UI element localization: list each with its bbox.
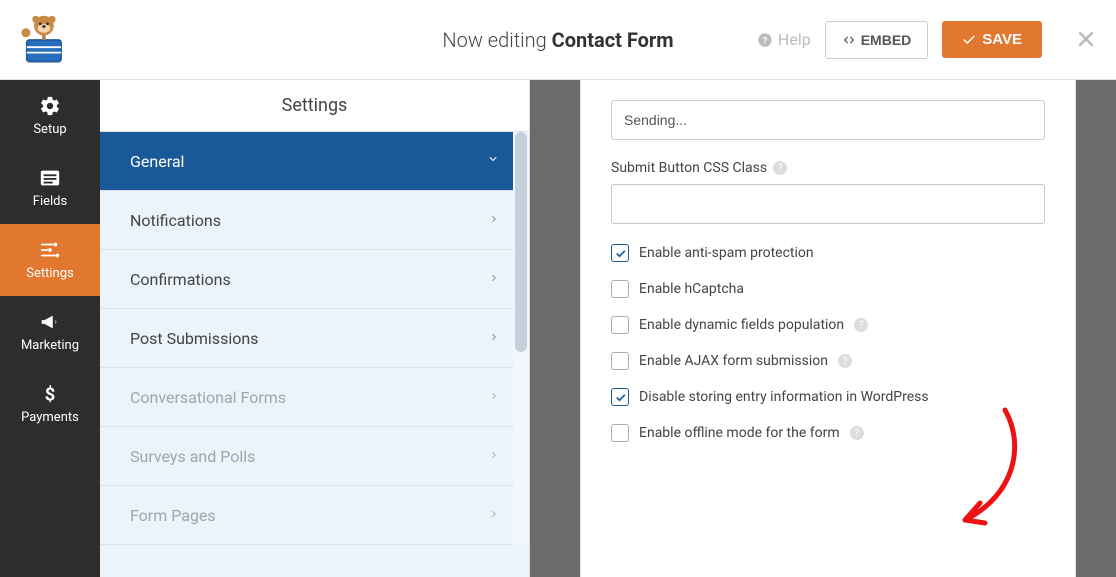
check-ajax[interactable]: Enable AJAX form submission ? (611, 352, 1045, 370)
settings-item-label: General (130, 152, 184, 171)
editing-title: Now editing Contact Form (442, 28, 673, 52)
scrollbar[interactable] (513, 132, 529, 545)
logo (10, 10, 75, 70)
topbar: Now editing Contact Form ? Help EMBED SA… (0, 0, 1116, 80)
settings-item-surveys[interactable]: Surveys and Polls (100, 427, 529, 486)
help-icon[interactable]: ? (838, 354, 852, 368)
settings-item-post-submissions[interactable]: Post Submissions (100, 309, 529, 368)
settings-item-notifications[interactable]: Notifications (100, 191, 529, 250)
check-disable-storing[interactable]: Disable storing entry information in Wor… (611, 388, 1045, 406)
checkbox[interactable] (611, 244, 629, 262)
close-button[interactable] (1076, 26, 1096, 54)
check-label: Enable AJAX form submission (639, 353, 828, 369)
checkbox[interactable] (611, 424, 629, 442)
settings-item-conversational[interactable]: Conversational Forms (100, 368, 529, 427)
gear-icon (39, 95, 61, 117)
settings-card: Submit Button CSS Class ? Enable anti-sp… (580, 80, 1076, 577)
checkbox[interactable] (611, 280, 629, 298)
topbar-right: ? Help EMBED SAVE (757, 21, 1096, 59)
list-icon (39, 167, 61, 189)
svg-text:?: ? (763, 35, 768, 46)
chevron-right-icon (489, 448, 499, 464)
check-label: Enable offline mode for the form (639, 425, 840, 441)
main-area: Submit Button CSS Class ? Enable anti-sp… (530, 80, 1116, 577)
chevron-right-icon (489, 330, 499, 346)
scrollbar-thumb[interactable] (515, 132, 527, 352)
help-label: Help (778, 30, 811, 49)
close-icon (1076, 29, 1096, 49)
bullhorn-icon (39, 311, 61, 333)
sidebar-item-label: Payments (21, 410, 79, 425)
sidebar-item-label: Settings (26, 266, 73, 281)
chevron-right-icon (489, 212, 499, 228)
sidebar-item-marketing[interactable]: Marketing (0, 296, 100, 368)
svg-text:$: $ (45, 384, 56, 405)
check-anti-spam[interactable]: Enable anti-spam protection (611, 244, 1045, 262)
check-label: Enable anti-spam protection (639, 245, 814, 261)
sidebar-item-payments[interactable]: $ Payments (0, 368, 100, 440)
sidebar-item-label: Fields (33, 194, 67, 209)
settings-item-label: Conversational Forms (130, 388, 286, 407)
checkbox[interactable] (611, 316, 629, 334)
save-label: SAVE (982, 31, 1022, 48)
help-icon[interactable]: ? (773, 161, 787, 175)
dollar-icon: $ (39, 383, 61, 405)
sidebar-item-label: Marketing (21, 338, 79, 353)
help-icon[interactable]: ? (850, 426, 864, 440)
chevron-right-icon (489, 389, 499, 405)
css-class-input[interactable] (611, 184, 1045, 224)
save-button[interactable]: SAVE (942, 21, 1042, 58)
embed-label: EMBED (861, 32, 912, 48)
settings-item-label: Form Pages (130, 506, 216, 525)
left-sidebar: Setup Fields Settings Marketing $ Paymen… (0, 80, 100, 577)
check-dynamic-fields[interactable]: Enable dynamic fields population ? (611, 316, 1045, 334)
sending-input[interactable] (611, 100, 1045, 140)
check-icon (962, 33, 976, 47)
check-label: Disable storing entry information in Wor… (639, 389, 929, 405)
chevron-down-icon (487, 153, 499, 169)
editing-title-formname: Contact Form (552, 28, 674, 52)
css-class-label: Submit Button CSS Class ? (611, 160, 1045, 176)
settings-list: General Notifications Confirmations Post… (100, 132, 529, 545)
settings-item-confirmations[interactable]: Confirmations (100, 250, 529, 309)
editing-title-prefix: Now editing (442, 28, 551, 52)
sidebar-item-label: Setup (33, 122, 66, 137)
chevron-right-icon (489, 271, 499, 287)
sliders-icon (39, 239, 61, 261)
settings-sub-panel: Settings General Notifications Confirmat… (100, 80, 530, 577)
sidebar-item-settings[interactable]: Settings (0, 224, 100, 296)
checkbox[interactable] (611, 388, 629, 406)
settings-title: Settings (100, 80, 529, 132)
check-hcaptcha[interactable]: Enable hCaptcha (611, 280, 1045, 298)
sidebar-item-setup[interactable]: Setup (0, 80, 100, 152)
settings-item-label: Confirmations (130, 270, 231, 289)
settings-item-label: Post Submissions (130, 329, 258, 348)
checkbox[interactable] (611, 352, 629, 370)
settings-item-label: Surveys and Polls (130, 447, 255, 466)
chevron-right-icon (489, 507, 499, 523)
help-link[interactable]: ? Help (757, 30, 811, 49)
check-label: Enable hCaptcha (639, 281, 744, 297)
check-offline[interactable]: Enable offline mode for the form ? (611, 424, 1045, 442)
settings-item-label: Notifications (130, 211, 221, 230)
help-icon[interactable]: ? (854, 318, 868, 332)
embed-button[interactable]: EMBED (825, 21, 929, 59)
code-icon (842, 33, 856, 47)
check-label: Enable dynamic fields population (639, 317, 844, 333)
sidebar-item-fields[interactable]: Fields (0, 152, 100, 224)
help-icon: ? (757, 32, 773, 48)
settings-item-form-pages[interactable]: Form Pages (100, 486, 529, 545)
settings-item-general[interactable]: General (100, 132, 529, 191)
